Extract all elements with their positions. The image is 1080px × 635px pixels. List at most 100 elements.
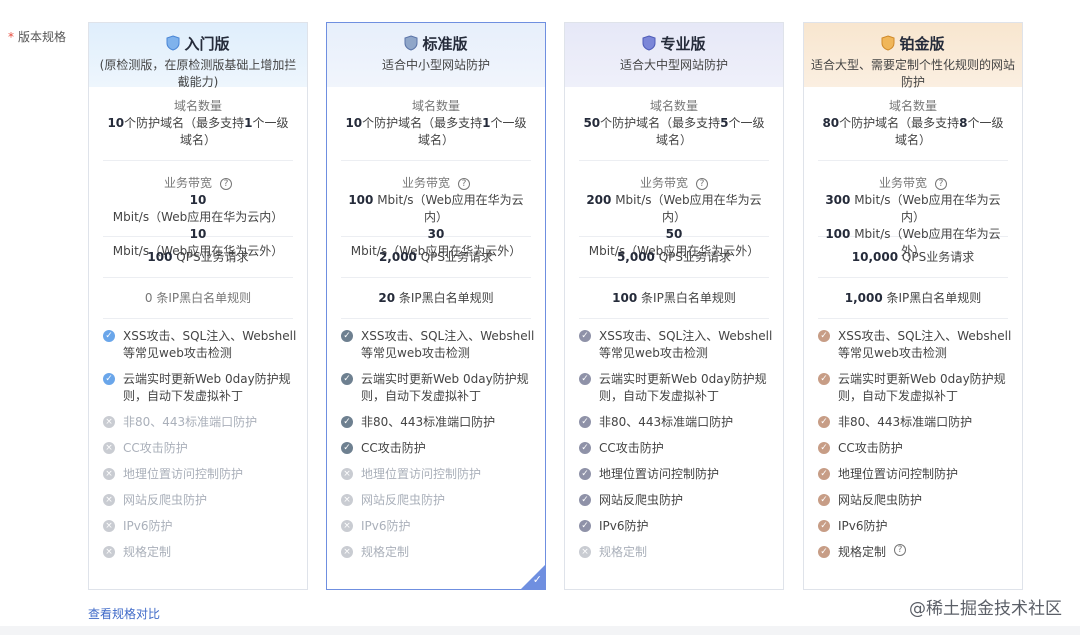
help-icon[interactable]: ?	[458, 178, 470, 190]
feature-item: ✓ XSS攻击、SQL注入、Webshell等常见web攻击检测	[341, 328, 545, 362]
plan-name: 入门版	[184, 34, 230, 53]
compare-specs-link[interactable]: 查看规格对比	[88, 605, 160, 622]
cross-icon: ×	[103, 468, 115, 480]
cross-icon: ×	[103, 416, 115, 428]
feature-item: ✓ XSS攻击、SQL注入、Webshell等常见web攻击检测	[579, 328, 783, 362]
help-icon[interactable]: ?	[894, 544, 907, 556]
feature-item: ✓ 云端实时更新Web 0day防护规则，自动下发虚拟补丁	[103, 371, 307, 405]
feature-item: ✓ 地理位置访问控制防护	[818, 466, 1022, 483]
spec-field-label: * 版本规格	[8, 28, 66, 45]
feature-item: × 网站反爬虫防护	[103, 492, 307, 509]
feature-item: × 规格定制	[579, 544, 783, 561]
domain-value: 10个防护域名（最多支持1个一级域名）	[107, 116, 289, 147]
feature-item: ✓ 非80、443标准端口防护	[341, 414, 545, 431]
plan-subtitle: 适合大型、需要定制个性化规则的网站防护	[810, 58, 1015, 89]
shield-icon	[642, 35, 656, 51]
help-icon[interactable]: ?	[220, 178, 232, 190]
selected-check-icon: ✓	[532, 573, 542, 586]
cross-icon: ×	[103, 442, 115, 454]
feature-item: × IPv6防护	[341, 518, 545, 535]
field-label-text: 版本规格	[18, 30, 67, 44]
plan-subtitle: (原检测版，在原检测版基础上增加拦截能力)	[99, 58, 297, 89]
domain-label: 域名数量	[173, 99, 222, 113]
feature-item: × CC攻击防护	[103, 440, 307, 457]
check-icon: ✓	[579, 442, 591, 454]
plan-name: 标准版	[422, 34, 468, 53]
required-star: *	[8, 30, 14, 44]
plan-title: 铂金版	[804, 32, 1022, 54]
page: * 版本规格 入门版 (原检测版，在原检测版基础上增加拦截能力) 域名数量 10个…	[0, 0, 1080, 635]
check-icon: ✓	[818, 546, 830, 558]
check-icon: ✓	[579, 468, 591, 480]
cross-icon: ×	[103, 520, 115, 532]
plan-subtitle: 适合大中型网站防护	[619, 58, 728, 72]
card-header: 标准版 适合中小型网站防护	[327, 23, 545, 87]
feature-item: × IPv6防护	[103, 518, 307, 535]
domain-value: 10个防护域名（最多支持1个一级域名）	[345, 116, 527, 147]
bandwidth-label: 业务带宽	[878, 176, 927, 190]
feature-item: ✓ XSS攻击、SQL注入、Webshell等常见web攻击检测	[103, 328, 307, 362]
check-icon: ✓	[818, 330, 830, 342]
check-icon: ✓	[818, 416, 830, 428]
ip-rules-section: 100 条IP黑白名单规则	[579, 278, 769, 319]
feature-item: × 非80、443标准端口防护	[103, 414, 307, 431]
help-icon[interactable]: ?	[935, 178, 947, 190]
check-icon: ✓	[579, 373, 591, 385]
check-icon: ✓	[818, 494, 830, 506]
check-icon: ✓	[341, 442, 353, 454]
plan-card-entry[interactable]: 入门版 (原检测版，在原检测版基础上增加拦截能力) 域名数量 10个防护域名（最…	[88, 22, 308, 590]
bandwidth-in: 200 Mbit/s（Web应用在华为云内）	[586, 193, 762, 224]
feature-item: ✓ XSS攻击、SQL注入、Webshell等常见web攻击检测	[818, 328, 1022, 362]
domain-section: 域名数量 80个防护域名（最多支持8个一级域名）	[818, 87, 1008, 161]
bottom-bar	[0, 626, 1080, 635]
feature-item: × 网站反爬虫防护	[341, 492, 545, 509]
bandwidth-section: 业务带宽? 100 Mbit/s（Web应用在华为云内） 30 Mbit/s（W…	[341, 161, 531, 258]
feature-item: ✓ 云端实时更新Web 0day防护规则，自动下发虚拟补丁	[818, 371, 1022, 405]
feature-item: ✓ 规格定制?	[818, 544, 1022, 561]
check-icon: ✓	[341, 330, 353, 342]
bandwidth-in: 100 Mbit/s（Web应用在华为云内）	[348, 193, 524, 224]
cross-icon: ×	[341, 546, 353, 558]
help-icon[interactable]: ?	[696, 178, 708, 190]
check-icon: ✓	[341, 373, 353, 385]
feature-item: × 地理位置访问控制防护	[341, 466, 545, 483]
plan-title: 标准版	[327, 32, 545, 54]
check-icon: ✓	[818, 373, 830, 385]
card-header: 铂金版 适合大型、需要定制个性化规则的网站防护	[804, 23, 1022, 89]
bandwidth-label: 业务带宽	[401, 176, 450, 190]
shield-icon	[166, 35, 180, 51]
feature-item: × 规格定制	[341, 544, 545, 561]
bandwidth-label: 业务带宽	[639, 176, 688, 190]
plan-card-standard[interactable]: 标准版 适合中小型网站防护 域名数量 10个防护域名（最多支持1个一级域名） 业…	[326, 22, 546, 590]
domain-label: 域名数量	[411, 99, 460, 113]
plan-title: 入门版	[89, 32, 307, 54]
plan-card-platinum[interactable]: 铂金版 适合大型、需要定制个性化规则的网站防护 域名数量 80个防护域名（最多支…	[803, 22, 1023, 590]
plan-name: 铂金版	[899, 34, 945, 53]
feature-item: ✓ 地理位置访问控制防护	[579, 466, 783, 483]
feature-item: ✓ 非80、443标准端口防护	[818, 414, 1022, 431]
feature-item: ✓ CC攻击防护	[818, 440, 1022, 457]
cross-icon: ×	[341, 494, 353, 506]
bandwidth-in: 10 Mbit/s（Web应用在华为云内）	[112, 193, 284, 224]
plan-card-professional[interactable]: 专业版 适合大中型网站防护 域名数量 50个防护域名（最多支持5个一级域名） 业…	[564, 22, 784, 590]
check-icon: ✓	[579, 416, 591, 428]
feature-item: ✓ 非80、443标准端口防护	[579, 414, 783, 431]
feature-item: ✓ CC攻击防护	[341, 440, 545, 457]
feature-item: ✓ 云端实时更新Web 0day防护规则，自动下发虚拟补丁	[579, 371, 783, 405]
bandwidth-section: 业务带宽? 300 Mbit/s（Web应用在华为云内） 100 Mbit/s（…	[818, 161, 1008, 258]
bandwidth-in: 300 Mbit/s（Web应用在华为云内）	[825, 193, 1001, 224]
shield-icon	[404, 35, 418, 51]
qps-section: 10,000 QPS业务请求	[818, 237, 1008, 278]
card-header: 入门版 (原检测版，在原检测版基础上增加拦截能力)	[89, 23, 307, 89]
cross-icon: ×	[103, 494, 115, 506]
check-icon: ✓	[818, 468, 830, 480]
watermark: @稀土掘金技术社区	[909, 599, 1062, 619]
check-icon: ✓	[818, 442, 830, 454]
check-icon: ✓	[818, 520, 830, 532]
feature-item: × 地理位置访问控制防护	[103, 466, 307, 483]
plan-name: 专业版	[660, 34, 706, 53]
ip-rules-section: 0 条IP黑白名单规则	[103, 278, 293, 319]
bandwidth-label: 业务带宽	[163, 176, 212, 190]
feature-item: ✓ 云端实时更新Web 0day防护规则，自动下发虚拟补丁	[341, 371, 545, 405]
check-icon: ✓	[579, 330, 591, 342]
